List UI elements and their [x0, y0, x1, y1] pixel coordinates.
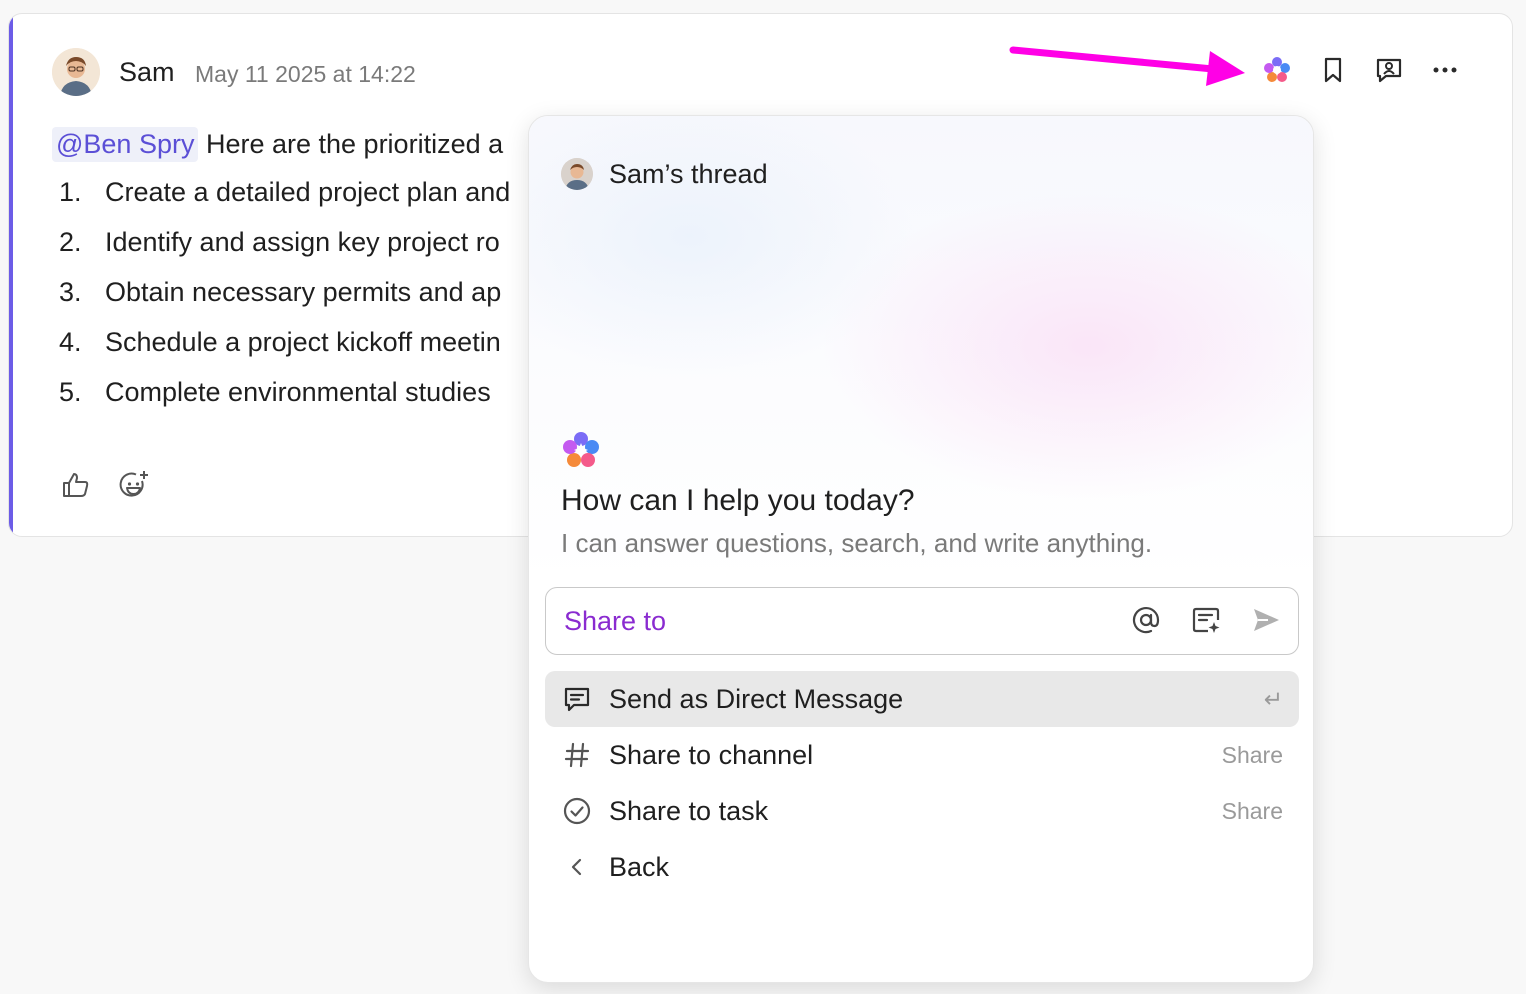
message-toolbar [1261, 54, 1461, 86]
enter-key-hint: ↵ [1263, 685, 1283, 712]
more-icon [1433, 67, 1457, 73]
menu-item-direct-message[interactable]: Send as Direct Message ↵ [545, 671, 1299, 727]
list-number: 2. [59, 227, 82, 257]
ai-share-popup: Sam’s thread How can I help you today? I… [528, 115, 1314, 983]
send-button[interactable] [1250, 604, 1282, 636]
author-name[interactable]: Sam [119, 57, 175, 88]
list-text: Complete environmental studies [105, 377, 491, 407]
ai-brain-icon [1264, 57, 1290, 82]
share-hint: Share [1221, 741, 1283, 768]
hash-icon [561, 739, 593, 771]
chevron-left-icon [561, 851, 593, 883]
menu-item-back[interactable]: Back [545, 839, 1299, 895]
add-reaction-button[interactable] [118, 469, 150, 501]
help-subtitle: I can answer questions, search, and writ… [561, 528, 1153, 558]
share-hint: Share [1221, 797, 1283, 824]
thread-header: Sam’s thread [561, 158, 768, 190]
menu-item-label: Back [609, 851, 670, 882]
message-intro: @Ben Spry Here are the prioritized a [52, 127, 503, 162]
list-number: 5. [59, 377, 82, 407]
share-input-box [545, 587, 1299, 655]
menu-item-label: Share to channel [609, 739, 814, 770]
list-item: 4. Schedule a project kickoff meetin [59, 327, 510, 377]
assign-comment-icon [1376, 58, 1402, 83]
list-text: Obtain necessary permits and ap [105, 277, 502, 307]
list-text: Schedule a project kickoff meetin [105, 327, 501, 357]
ai-brain-icon [563, 432, 599, 467]
menu-item-label: Send as Direct Message [609, 683, 904, 714]
list-item: 1. Create a detailed project plan and [59, 177, 510, 227]
at-sign-icon [1132, 607, 1160, 634]
intro-text: Here are the prioritized a [198, 129, 504, 159]
list-item: 2. Identify and assign key project ro [59, 227, 510, 277]
ai-brain-button[interactable] [1261, 54, 1293, 86]
menu-item-share-task[interactable]: Share to task Share [545, 783, 1299, 839]
like-button[interactable] [60, 469, 92, 501]
list-number: 3. [59, 277, 82, 307]
user-mention[interactable]: @Ben Spry [52, 127, 199, 162]
mention-button[interactable] [1130, 604, 1162, 636]
assign-comment-button[interactable] [1373, 54, 1405, 86]
list-item: 3. Obtain necessary permits and ap [59, 277, 510, 327]
avatar[interactable] [52, 48, 100, 96]
priority-list: 1. Create a detailed project plan and 2. I… [59, 177, 510, 427]
annotation-arrow [1009, 46, 1245, 86]
check-circle-icon [561, 795, 593, 827]
reaction-bar [60, 469, 150, 501]
send-icon [1254, 609, 1279, 631]
thread-avatar [561, 158, 593, 190]
list-number: 1. [59, 177, 82, 207]
help-title: How can I help you today? [561, 484, 915, 517]
thumbs-up-icon [63, 473, 89, 497]
ai-write-button[interactable] [1190, 604, 1222, 636]
menu-item-label: Share to task [609, 795, 769, 826]
thread-title: Sam’s thread [609, 158, 768, 189]
message-timestamp: May 11 2025 at 14:22 [195, 61, 416, 87]
list-item: 5. Complete environmental studies [59, 377, 510, 427]
ai-compose-icon [1192, 607, 1220, 633]
menu-item-share-channel[interactable]: Share to channel Share [545, 727, 1299, 783]
more-options-button[interactable] [1429, 54, 1461, 86]
bookmark-icon [1324, 57, 1342, 83]
list-text: Create a detailed project plan and [105, 177, 511, 207]
share-to-input[interactable] [564, 605, 1104, 637]
input-actions [1130, 604, 1282, 636]
share-menu: Send as Direct Message ↵ Share to channe… [545, 671, 1299, 895]
add-emoji-icon [119, 471, 148, 497]
thread-accent-bar [9, 14, 13, 536]
list-text: Identify and assign key project ro [105, 227, 500, 257]
list-number: 4. [59, 327, 82, 357]
direct-message-icon [561, 683, 593, 715]
bookmark-button[interactable] [1317, 54, 1349, 86]
